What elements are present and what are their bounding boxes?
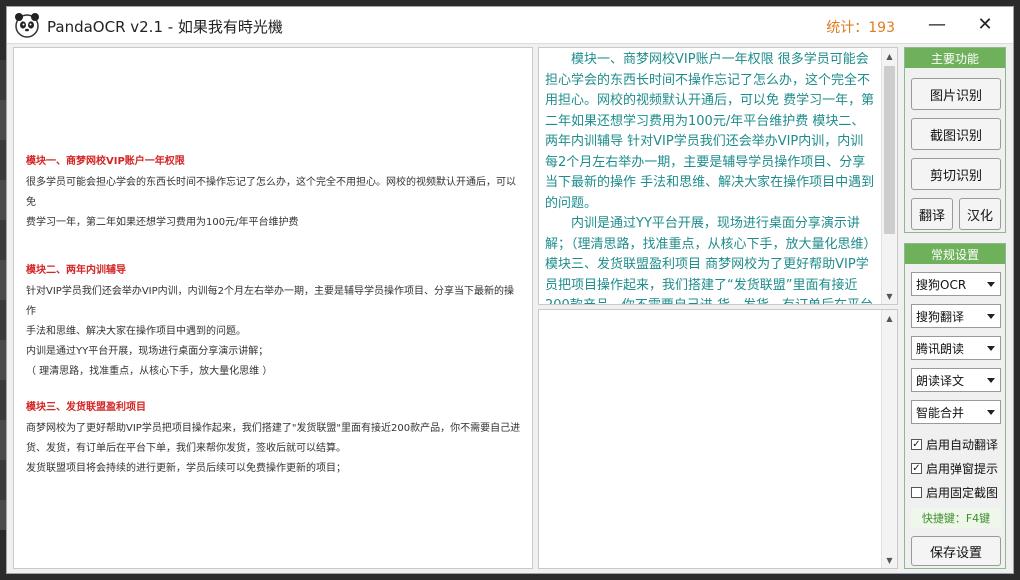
screenshot-ocr-button[interactable]: 截图识别 (911, 118, 1001, 150)
ocr-scrollbar[interactable]: ▲ ▼ (881, 48, 897, 304)
section-3-line-1: 商梦网校为了更好帮助VIP学员把项目操作起来，我们搭建了"发货联盟"里面有接近2… (26, 423, 521, 434)
merge-mode-value: 智能合并 (916, 405, 965, 420)
title-bar[interactable]: PandaOCR v2.1 - 如果我有時光機 统计：193 — ✕ (7, 7, 1013, 44)
auto-translate-checkbox[interactable]: ✓ 启用自动翻译 (911, 436, 998, 453)
ocr-paragraph-1: 模块一、商梦网校VIP账户一年权限 很多学员可能会担心学会的东西长时间不操作忘记… (545, 52, 875, 211)
image-ocr-button[interactable]: 图片识别 (911, 78, 1001, 110)
popup-tip-checkbox[interactable]: ✓ 启用弹窗提示 (911, 460, 998, 477)
close-button[interactable]: ✕ (961, 7, 1009, 41)
usage-counter: 统计：193 (826, 20, 895, 36)
scroll-up-icon[interactable]: ▲ (882, 310, 897, 326)
merge-mode-select[interactable]: 智能合并 (911, 400, 1001, 424)
localize-button[interactable]: 汉化 (959, 198, 1001, 230)
fixed-screenshot-label: 启用固定截图 (926, 486, 999, 500)
tts-engine-value: 腾讯朗读 (916, 341, 965, 356)
general-settings-panel: 常规设置 搜狗OCR 搜狗翻译 腾讯朗读 朗读译文 智能合并 ✓ 启用自动翻译 … (904, 243, 1006, 569)
minimize-icon: — (928, 13, 946, 35)
ocr-result-text: 模块一、商梦网校VIP账户一年权限 很多学员可能会担心学会的东西长时间不操作忘记… (539, 48, 879, 304)
chevron-down-icon (987, 378, 995, 383)
close-icon: ✕ (977, 13, 993, 35)
section-title-2: 模块二、两年内训辅导 (26, 265, 126, 276)
main-functions-panel: 主要功能 图片识别 截图识别 剪切识别 翻译 汉化 (904, 47, 1006, 233)
main-functions-header: 主要功能 (905, 48, 1005, 68)
section-1-line-2: 费学习一年，第二年如果还想学习费用为100元/年平台维护费 (26, 217, 299, 228)
checkbox-empty-icon[interactable] (911, 487, 922, 498)
chevron-down-icon (987, 410, 995, 415)
auto-translate-label: 启用自动翻译 (926, 438, 999, 452)
translate-engine-value: 搜狗翻译 (916, 309, 965, 324)
section-3-line-2: 货、发货，有订单后在平台下单，我们来帮你发货，签收后就可以结算。 (26, 443, 346, 454)
chevron-down-icon (987, 314, 995, 319)
panda-app-icon (15, 13, 39, 38)
clipboard-ocr-button[interactable]: 剪切识别 (911, 158, 1001, 190)
section-1-line-1: 很多学员可能会担心学会的东西长时间不操作忘记了怎么办，这个完全不用担心。网校的视… (26, 177, 516, 208)
checkbox-checked-icon[interactable]: ✓ (911, 439, 922, 450)
window-title: PandaOCR v2.1 - 如果我有時光機 (47, 18, 283, 36)
ocr-paragraph-2: 内训是通过YY平台开展，现场进行桌面分享演示讲解；（理清思路，找准重点，从核心下… (545, 216, 873, 304)
read-mode-select[interactable]: 朗读译文 (911, 368, 1001, 392)
section-2-line-2: 手法和思维、解决大家在操作项目中遇到的问题。 (26, 326, 246, 337)
scroll-thumb[interactable] (884, 66, 895, 234)
fixed-screenshot-checkbox[interactable]: 启用固定截图 (911, 484, 998, 501)
chevron-down-icon (987, 282, 995, 287)
translation-result-textarea[interactable]: ▲ ▼ (538, 309, 898, 569)
scroll-down-icon[interactable]: ▼ (882, 552, 897, 568)
chevron-down-icon (987, 346, 995, 351)
section-title-1: 模块一、商梦网校VIP账户一年权限 (26, 156, 185, 167)
scroll-up-icon[interactable]: ▲ (882, 48, 897, 64)
scroll-down-icon[interactable]: ▼ (882, 288, 897, 304)
minimize-button[interactable]: — (913, 7, 961, 41)
popup-tip-label: 启用弹窗提示 (926, 462, 999, 476)
translate-engine-select[interactable]: 搜狗翻译 (911, 304, 1001, 328)
section-3-line-3: 发货联盟项目将会持续的进行更新，学员后续可以免费操作更新的项目； (26, 463, 346, 474)
section-title-3: 模块三、发货联盟盈利项目 (26, 402, 146, 413)
pandaocr-window: PandaOCR v2.1 - 如果我有時光機 统计：193 — ✕ 模块一、商… (6, 6, 1014, 574)
translate-button[interactable]: 翻译 (911, 198, 953, 230)
translation-scrollbar[interactable]: ▲ ▼ (881, 310, 897, 568)
general-settings-header: 常规设置 (905, 244, 1005, 264)
save-settings-button[interactable]: 保存设置 (911, 536, 1001, 566)
hotkey-label: 快捷键：F4键 (911, 508, 1001, 528)
section-2-line-1: 针对VIP学员我们还会举办VIP内训，内训每2个月左右举办一期，主要是辅导学员操… (26, 286, 515, 317)
tts-engine-select[interactable]: 腾讯朗读 (911, 336, 1001, 360)
read-mode-value: 朗读译文 (916, 373, 965, 388)
section-2-line-3: 内训是通过YY平台开展，现场进行桌面分享演示讲解； (26, 346, 269, 357)
ocr-result-textarea[interactable]: 模块一、商梦网校VIP账户一年权限 很多学员可能会担心学会的东西长时间不操作忘记… (538, 47, 898, 305)
section-2-line-4: （ 理清思路，找准重点，从核心下手，放大量化思维 ） (26, 366, 273, 377)
checkbox-checked-icon[interactable]: ✓ (911, 463, 922, 474)
ocr-engine-value: 搜狗OCR (916, 277, 967, 292)
ocr-engine-select[interactable]: 搜狗OCR (911, 272, 1001, 296)
image-preview-pane[interactable]: 模块一、商梦网校VIP账户一年权限 很多学员可能会担心学会的东西长时间不操作忘记… (13, 47, 533, 569)
